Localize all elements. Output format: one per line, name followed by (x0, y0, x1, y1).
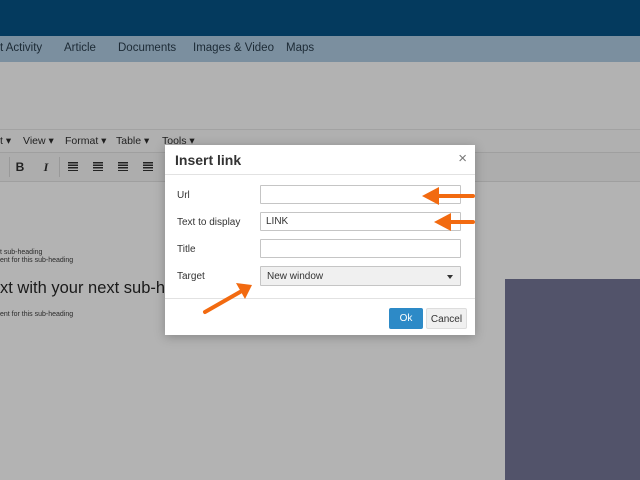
insert-link-dialog: Insert link × Url Text to display Title … (165, 145, 475, 335)
nav-item-images-video[interactable]: Images & Video (193, 42, 274, 54)
page-header-area (0, 62, 640, 130)
dialog-divider (165, 298, 475, 299)
target-select[interactable]: New window (260, 266, 461, 286)
main-nav: t Activity Article Documents Images & Vi… (0, 36, 640, 62)
dialog-divider (165, 174, 475, 175)
cancel-button[interactable]: Cancel (426, 308, 467, 329)
toolbar-separator (9, 157, 10, 177)
align-right-icon[interactable] (114, 158, 132, 176)
target-label: Target (177, 271, 205, 282)
italic-icon[interactable]: I (37, 158, 55, 176)
dialog-title: Insert link (175, 152, 242, 168)
align-justify-icon[interactable] (139, 158, 157, 176)
toolbar-separator (59, 157, 60, 177)
nav-item-activity[interactable]: t Activity (0, 42, 42, 54)
align-left-icon[interactable] (64, 158, 82, 176)
text-to-display-input[interactable] (260, 212, 461, 231)
menu-format[interactable]: Format ▾ (65, 135, 106, 147)
nav-item-maps[interactable]: Maps (286, 42, 314, 54)
side-panel (505, 279, 640, 480)
target-select-value: New window (267, 271, 324, 282)
url-label: Url (177, 190, 190, 201)
menu-view[interactable]: View ▾ (23, 135, 54, 147)
nav-item-article[interactable]: Article (64, 42, 96, 54)
title-label: Title (177, 244, 196, 255)
content-text-line: ent for this sub-heading (0, 311, 74, 318)
close-icon[interactable]: × (458, 150, 467, 167)
content-text-line: ent for this sub-heading (0, 257, 74, 264)
align-center-icon[interactable] (89, 158, 107, 176)
nav-item-documents[interactable]: Documents (118, 42, 176, 54)
text-to-display-label: Text to display (177, 217, 241, 228)
url-input[interactable] (260, 185, 461, 204)
menu-table[interactable]: Table ▾ (116, 135, 149, 147)
content-text-line: t sub-heading (0, 249, 43, 256)
chevron-down-icon (447, 275, 453, 279)
bold-icon[interactable]: B (11, 158, 29, 176)
ok-button[interactable]: Ok (389, 308, 423, 329)
title-input[interactable] (260, 239, 461, 258)
menu-edit[interactable]: t ▾ (0, 135, 11, 147)
app-top-bar (0, 0, 640, 36)
content-subheading: xt with your next sub-hea (0, 279, 184, 297)
